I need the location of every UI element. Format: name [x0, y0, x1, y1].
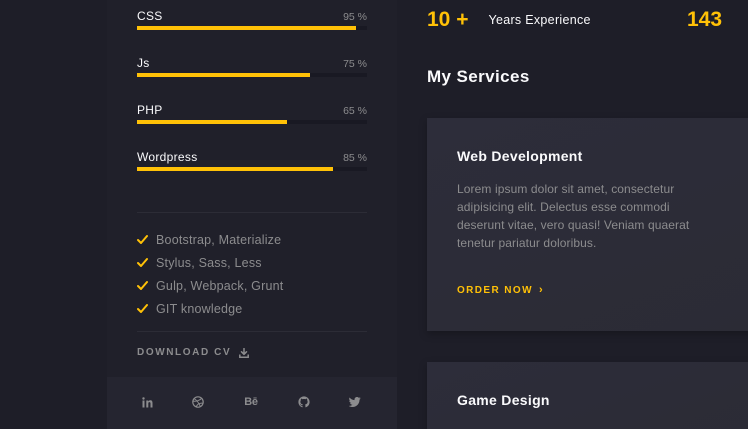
counter-value: 143: [687, 8, 723, 31]
section-title: My Services: [427, 67, 530, 86]
service-card-web-development: Web Development Lorem ipsum dolor sit am…: [427, 118, 748, 331]
counter-projects: 143: [687, 8, 742, 32]
skill-progress-fill: [137, 26, 356, 30]
service-title: Game Design: [457, 392, 550, 408]
skill-css: CSS 95 %: [137, 9, 367, 49]
skill-percent: 95 %: [343, 11, 367, 23]
knowledge-text: GIT knowledge: [156, 301, 243, 316]
order-now-label: ORDER NOW: [457, 284, 533, 296]
download-cv-link[interactable]: DOWNLOAD CV: [137, 347, 250, 358]
skill-percent: 85 %: [343, 152, 367, 164]
list-item: Bootstrap, Materialize: [137, 228, 367, 251]
skill-name: Wordpress: [137, 150, 198, 164]
skill-name: CSS: [137, 9, 163, 23]
counter-label: Years Experience: [488, 13, 591, 27]
knowledge-text: Gulp, Webpack, Grunt: [156, 278, 284, 293]
skill-progress-fill: [137, 167, 333, 171]
linkedin-icon: [141, 396, 152, 407]
counter-years: 10 + Years Experience: [427, 8, 591, 32]
skill-name: PHP: [137, 103, 163, 117]
list-item: Stylus, Sass, Less: [137, 251, 367, 274]
skill-progress-track: [137, 167, 367, 171]
check-icon: [137, 280, 148, 290]
info-sidebar: CSS 95 % Js 75 % PHP 65 % Wordpress 85 %…: [107, 0, 397, 429]
divider: [137, 331, 367, 332]
check-icon: [137, 257, 148, 267]
twitter-link[interactable]: [344, 393, 366, 411]
order-now-link[interactable]: ORDER NOW ›: [457, 284, 544, 296]
service-card-game-design: Game Design: [427, 362, 748, 429]
github-link[interactable]: [293, 393, 315, 411]
check-icon: [137, 234, 148, 244]
download-icon: [239, 347, 250, 358]
chevron-right-icon: ›: [538, 284, 545, 296]
skill-progress-track: [137, 73, 367, 77]
check-icon: [137, 303, 148, 313]
counter-value: 10 +: [427, 8, 469, 31]
twitter-icon: [349, 397, 361, 407]
service-title: Web Development: [457, 148, 583, 164]
left-gutter: [0, 0, 107, 429]
dribbble-icon: [192, 396, 204, 408]
knowledge-list: Bootstrap, Materialize Stylus, Sass, Les…: [137, 228, 367, 320]
service-description: Lorem ipsum dolor sit amet, consectetur …: [457, 182, 690, 250]
skill-progress-track: [137, 120, 367, 124]
download-cv-label: DOWNLOAD CV: [137, 347, 232, 358]
behance-link[interactable]: Bē: [240, 393, 262, 411]
resume-page: CSS 95 % Js 75 % PHP 65 % Wordpress 85 %…: [0, 0, 748, 429]
behance-icon: Bē: [244, 396, 258, 408]
list-item: GIT knowledge: [137, 297, 367, 320]
skill-wordpress: Wordpress 85 %: [137, 150, 367, 190]
skill-php: PHP 65 %: [137, 103, 367, 143]
main-content: 10 + Years Experience 143 My Services We…: [397, 0, 748, 429]
linkedin-link[interactable]: [136, 393, 158, 411]
skill-percent: 65 %: [343, 105, 367, 117]
skill-progress-fill: [137, 120, 287, 124]
list-item: Gulp, Webpack, Grunt: [137, 274, 367, 297]
knowledge-text: Stylus, Sass, Less: [156, 255, 262, 270]
dribbble-link[interactable]: [187, 393, 209, 411]
skill-percent: 75 %: [343, 58, 367, 70]
social-links-bar: Bē: [107, 377, 397, 429]
skill-progress-track: [137, 26, 367, 30]
skill-js: Js 75 %: [137, 56, 367, 96]
knowledge-text: Bootstrap, Materialize: [156, 232, 282, 247]
github-icon: [298, 396, 310, 408]
skill-progress-fill: [137, 73, 310, 77]
skill-name: Js: [137, 56, 150, 70]
divider: [137, 212, 367, 213]
